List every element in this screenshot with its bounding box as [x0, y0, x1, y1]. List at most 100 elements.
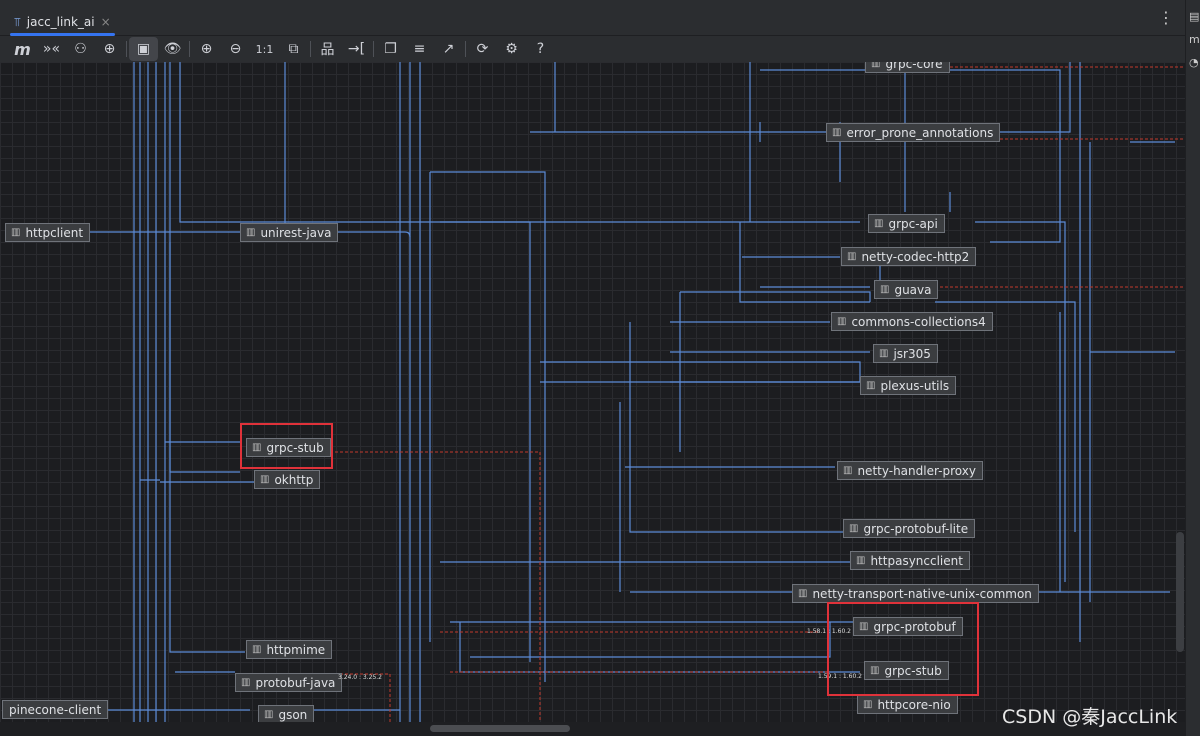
- node-httpasyncclient[interactable]: ▥ httpasyncclient: [850, 551, 970, 570]
- module-icon: ▥: [837, 316, 847, 327]
- maven-button[interactable]: m: [8, 37, 37, 61]
- node-label: guava: [894, 282, 932, 297]
- layout-icon: 品: [320, 42, 335, 58]
- toolbar: m »« ⚇ ⊕ ▣ 👁 ⊕ ⊖ 1:1 ⧉ 品 →[❐ ≡ ↗ ⟳ ⚙?: [0, 36, 1185, 62]
- route-edges-button[interactable]: →[: [342, 37, 371, 61]
- node-gson[interactable]: ▥ gson: [258, 705, 315, 722]
- toolbar-separator: [310, 41, 311, 57]
- tool-icon[interactable]: m: [1189, 33, 1200, 46]
- node-error-prone-annotations[interactable]: ▥ error_prone_annotations: [826, 123, 1001, 142]
- module-icon: ▥: [880, 284, 890, 295]
- edges-layer: [5, 62, 1185, 722]
- node-label: protobuf-java: [255, 675, 336, 690]
- node-guava[interactable]: ▥ guava: [874, 280, 939, 299]
- node-label: netty-handler-proxy: [857, 463, 976, 478]
- refresh-button[interactable]: ⟳: [468, 37, 497, 61]
- node-label: gson: [278, 707, 308, 722]
- show-conflicts-button[interactable]: »«: [37, 37, 66, 61]
- module-icon: ▥: [866, 380, 876, 391]
- node-pinecone-client[interactable]: pinecone-client: [2, 700, 109, 719]
- route-edges-icon: →[: [347, 41, 366, 57]
- more-options-icon[interactable]: ⋮: [1158, 8, 1174, 27]
- node-plexus-utils[interactable]: ▥ plexus-utils: [860, 376, 957, 395]
- node-label: grpc-protobuf-lite: [863, 521, 969, 536]
- node-netty-transport-native-unix-common[interactable]: ▥ netty-transport-native-unix-common: [792, 584, 1039, 603]
- node-okhttp[interactable]: ▥ okhttp: [254, 470, 321, 489]
- show-dependencies-icon: ⚇: [74, 41, 87, 57]
- maven-icon: m: [14, 39, 31, 59]
- module-icon: ▥: [246, 227, 256, 238]
- node-netty-handler-proxy[interactable]: ▥ netty-handler-proxy: [837, 461, 983, 480]
- vertical-scrollbar[interactable]: [1176, 532, 1184, 652]
- node-jsr305[interactable]: ▥ jsr305: [873, 344, 938, 363]
- node-grpc-core[interactable]: ▥ grpc-core: [865, 62, 950, 73]
- highlight-box-grpc-stub: [240, 423, 333, 469]
- module-icon: ▥: [856, 555, 866, 566]
- node-httpclient[interactable]: ▥ httpclient: [5, 223, 91, 242]
- module-icon: ▥: [260, 474, 270, 485]
- module-icon: ▥: [874, 218, 884, 229]
- dependency-edges: [5, 62, 1175, 722]
- node-label: httpclient: [25, 225, 84, 240]
- actual-size-button[interactable]: 1:1: [250, 37, 279, 61]
- show-dependencies-button[interactable]: ⚇: [66, 37, 95, 61]
- edge-label: 3.24.0 : 3.25.2: [338, 674, 383, 681]
- node-label: netty-codec-http2: [861, 249, 970, 264]
- node-netty-codec-http2[interactable]: ▥ netty-codec-http2: [841, 247, 977, 266]
- export-icon: ↗: [442, 41, 455, 57]
- module-icon: ▥: [264, 709, 274, 720]
- node-protobuf-java[interactable]: ▥ protobuf-java: [235, 673, 343, 692]
- node-label: httpmime: [266, 642, 326, 657]
- toolbar-separator: [189, 41, 190, 57]
- node-label: grpc-api: [888, 216, 938, 231]
- node-label: commons-collections4: [851, 314, 986, 329]
- node-grpc-api[interactable]: ▥ grpc-api: [868, 214, 945, 233]
- module-icon: ▥: [252, 644, 262, 655]
- close-icon[interactable]: ×: [101, 15, 111, 29]
- highlight-box-grpc-protobuf-stub: [827, 602, 979, 696]
- module-icon: ▥: [849, 523, 859, 534]
- scrollbar-thumb[interactable]: [430, 725, 570, 732]
- actual-size-icon: 1:1: [255, 42, 274, 56]
- node-unirest-java[interactable]: ▥ unirest-java: [240, 223, 339, 242]
- node-label: okhttp: [274, 472, 314, 487]
- node-commons-collections4[interactable]: ▥ commons-collections4: [831, 312, 993, 331]
- node-label: unirest-java: [260, 225, 332, 240]
- settings-icon: ⚙: [505, 41, 518, 57]
- node-label: pinecone-client: [9, 702, 102, 717]
- help-icon: ?: [536, 41, 545, 57]
- node-httpmime[interactable]: ▥ httpmime: [246, 640, 333, 659]
- dependency-diagram[interactable]: ▥ grpc-core ▥ error_prone_annotations ▥ htt…: [0, 62, 1185, 722]
- node-label: error_prone_annotations: [846, 125, 994, 140]
- layout-button[interactable]: 品: [313, 37, 342, 61]
- diagram-icon: ⫪: [14, 14, 21, 29]
- export-text-icon: ≡: [413, 41, 426, 57]
- zoom-in-button[interactable]: ⊕: [192, 37, 221, 61]
- fit-content-button[interactable]: ▣: [129, 37, 158, 61]
- help-button[interactable]: ?: [526, 37, 555, 61]
- node-label: httpasyncclient: [870, 553, 963, 568]
- export-button[interactable]: ↗: [434, 37, 463, 61]
- view-options-button[interactable]: 👁: [158, 37, 187, 61]
- export-text-button[interactable]: ≡: [405, 37, 434, 61]
- module-icon: ▥: [798, 588, 808, 599]
- tab-bar: ⫪ jacc_link_ai × ⋮: [0, 0, 1185, 36]
- node-grpc-protobuf-lite[interactable]: ▥ grpc-protobuf-lite: [843, 519, 976, 538]
- find-button[interactable]: ⊕: [95, 37, 124, 61]
- node-label: jsr305: [893, 346, 931, 361]
- module-icon: ▥: [847, 251, 857, 262]
- node-label: netty-transport-native-unix-common: [812, 586, 1032, 601]
- node-httpcore-nio[interactable]: ▥ httpcore-nio: [857, 695, 958, 714]
- node-label: httpcore-nio: [877, 697, 951, 712]
- tool-icon[interactable]: ◔: [1189, 56, 1200, 69]
- tool-icon[interactable]: ▤: [1189, 10, 1200, 23]
- module-icon: ▥: [241, 677, 251, 688]
- module-icon: ▥: [863, 699, 873, 710]
- tab-jacc-link-ai[interactable]: ⫪ jacc_link_ai ×: [10, 8, 115, 36]
- zoom-out-button[interactable]: ⊖: [221, 37, 250, 61]
- conflict-edges: [330, 66, 1185, 722]
- zoom-in-icon: ⊕: [200, 41, 213, 57]
- fit-page-button[interactable]: ⧉: [279, 37, 308, 61]
- copy-button[interactable]: ❐: [376, 37, 405, 61]
- settings-button[interactable]: ⚙: [497, 37, 526, 61]
